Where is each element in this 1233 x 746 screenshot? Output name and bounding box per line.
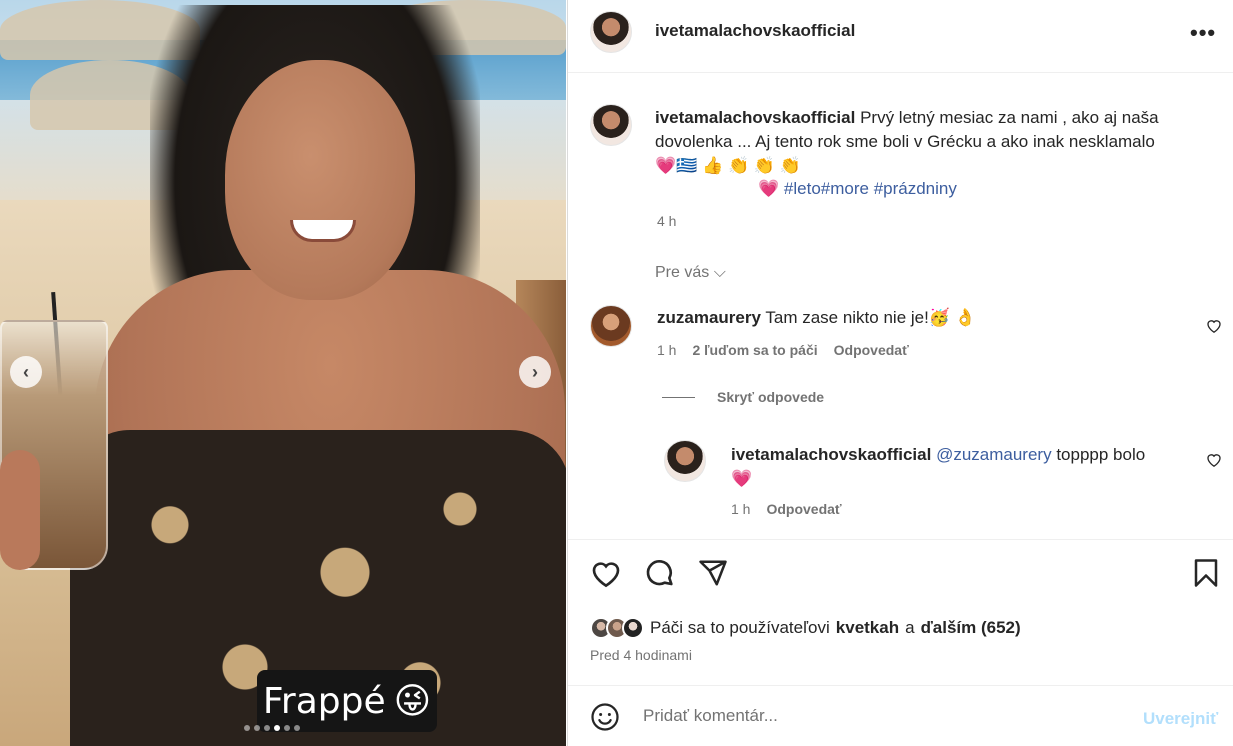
post-comment-button[interactable]: Uverejniť — [1143, 709, 1218, 729]
carousel-dot — [294, 725, 300, 731]
hide-replies-button[interactable]: Skryť odpovede — [662, 389, 824, 405]
reply-like-heart-icon[interactable] — [1206, 452, 1222, 467]
comment-username[interactable]: zuzamaurery — [657, 308, 761, 327]
winking-face-icon: 😜 — [393, 680, 432, 722]
carousel-dot — [284, 725, 290, 731]
hashtag-link[interactable]: #leto — [784, 179, 821, 198]
reply-mention[interactable]: @zuzamaurery — [936, 445, 1052, 464]
carousel-dot — [254, 725, 260, 731]
hide-replies-label: Skryť odpovede — [717, 389, 825, 405]
post-actions: Páči sa to používateľovi kvetkah a ďalší… — [568, 539, 1233, 685]
caption-username[interactable]: ivetamalachovskaofficial — [655, 108, 855, 127]
caption-hashtags: 💗 #leto#more #prázdniny — [758, 179, 957, 199]
divider-line — [662, 396, 695, 398]
post-caption: ivetamalachovskaofficial Prvý letný mesi… — [655, 106, 1215, 178]
heart-icon: 💗 — [758, 179, 780, 198]
carousel-next-button[interactable]: › — [519, 356, 551, 388]
carousel-dot-active — [274, 725, 280, 731]
liked-by-others[interactable]: ďalším (652) — [921, 618, 1021, 638]
liked-by-prefix: Páči sa to používateľovi — [650, 618, 830, 637]
reply-username[interactable]: ivetamalachovskaofficial — [731, 445, 931, 464]
reply-author-avatar[interactable] — [664, 440, 706, 482]
frappe-sticker: Frappé 😜 — [257, 670, 437, 732]
emoji-smiley-icon[interactable] — [590, 702, 620, 732]
author-username[interactable]: ivetamalachovskaofficial — [655, 21, 855, 41]
comment-meta: 1 h 2 ľuďom sa to páči Odpovedať — [657, 342, 909, 358]
reply-meta: 1 h Odpovedať — [731, 501, 842, 517]
caption-author-avatar[interactable] — [590, 104, 632, 146]
caption-time[interactable]: 4 h — [657, 213, 676, 229]
comment-likes-link[interactable]: 2 ľuďom sa to páči — [692, 342, 817, 358]
comment-text: Tam zase nikto nie je!🥳 👌 — [765, 308, 976, 327]
carousel-dot — [264, 725, 270, 731]
post-side-panel: ivetamalachovskaofficial ••• ivetamalach… — [567, 0, 1233, 746]
comment-bar: Uverejniť — [568, 685, 1233, 746]
carousel-dots — [244, 725, 300, 731]
liked-by-user[interactable]: kvetkah — [836, 618, 899, 638]
post-header: ivetamalachovskaofficial ••• — [568, 0, 1233, 73]
reply-reply-button[interactable]: Odpovedať — [766, 501, 841, 517]
sticker-text: Frappé — [262, 680, 386, 722]
caption-emojis: 💗🇬🇷 👍 👏 👏 👏 — [655, 156, 801, 175]
post-timestamp[interactable]: Pred 4 hodinami — [590, 647, 692, 663]
hashtag-link[interactable]: #more — [821, 179, 869, 198]
chevron-left-icon: ‹ — [23, 361, 29, 382]
comment-sort-dropdown[interactable]: Pre vás ⌵ — [655, 264, 726, 282]
comment-body: zuzamaurery Tam zase nikto nie je!🥳 👌 — [657, 308, 976, 328]
carousel-dot — [244, 725, 250, 731]
comment-input[interactable] — [643, 702, 1123, 730]
comment-like-heart-icon[interactable] — [1206, 318, 1222, 333]
post-media[interactable]: ‹ › Frappé 😜 — [0, 0, 566, 746]
comment-time[interactable]: 1 h — [657, 342, 676, 358]
liked-by-middle: a — [905, 618, 915, 637]
hashtag-link[interactable]: #prázdniny — [874, 179, 957, 198]
liker-avatar[interactable] — [622, 617, 644, 639]
like-heart-icon[interactable] — [590, 558, 622, 588]
comment-bubble-icon[interactable] — [644, 558, 676, 590]
commenter-avatar[interactable] — [590, 305, 632, 347]
save-bookmark-icon[interactable] — [1193, 558, 1219, 588]
author-avatar[interactable] — [590, 11, 632, 53]
heart-icon: 💗 — [731, 469, 753, 488]
reply-text: topppp bolo — [1056, 445, 1146, 464]
liked-by: Páči sa to používateľovi kvetkah a ďalší… — [590, 617, 1021, 639]
reply-body: ivetamalachovskaofficial @zuzamaurery to… — [731, 443, 1201, 491]
chevron-right-icon: › — [532, 361, 538, 382]
comment-reply-button[interactable]: Odpovedať — [834, 342, 909, 358]
photo-face — [225, 60, 415, 300]
more-options-icon[interactable]: ••• — [1190, 20, 1216, 46]
photo-hand — [0, 450, 40, 570]
carousel-prev-button[interactable]: ‹ — [10, 356, 42, 388]
share-paper-plane-icon[interactable] — [697, 558, 729, 588]
reply-time[interactable]: 1 h — [731, 501, 750, 517]
